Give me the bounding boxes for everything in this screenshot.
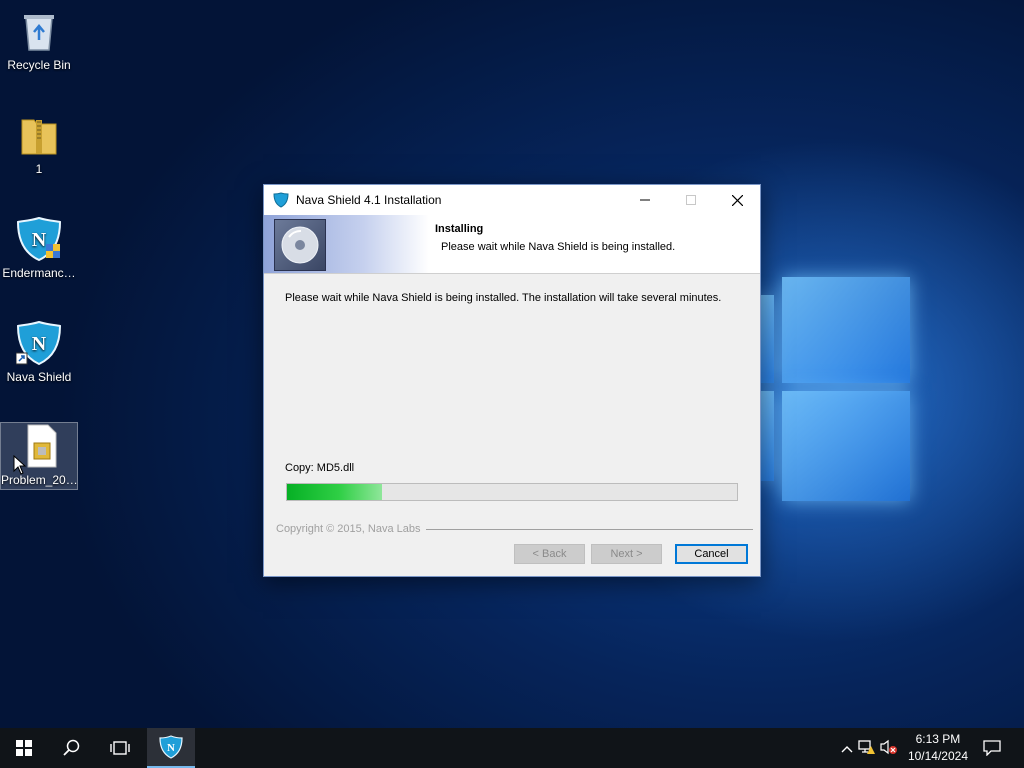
shield-icon (273, 192, 289, 208)
next-button[interactable]: Next > (591, 544, 662, 564)
task-view-button[interactable] (96, 728, 144, 768)
desktop-icon-endermanch[interactable]: N Endermanc… (1, 216, 77, 280)
copyright-text: Copyright © 2015, Nava Labs (276, 523, 421, 535)
cancel-button[interactable]: Cancel (675, 544, 748, 564)
desktop-icon-nava-shield[interactable]: N Nava Shield (1, 320, 77, 384)
svg-text:N: N (32, 333, 47, 355)
footer-divider (426, 529, 753, 530)
dialog-titlebar[interactable]: Nava Shield 4.1 Installation (264, 185, 760, 215)
maximize-button[interactable] (668, 185, 714, 215)
install-description: Please wait while Nava Shield is being i… (285, 292, 722, 304)
taskbar-clock[interactable]: 6:13 PM 10/14/2024 (908, 731, 968, 765)
volume-control[interactable] (878, 739, 900, 758)
close-button[interactable] (714, 185, 760, 215)
desktop-icon-zip-folder[interactable]: 1 (1, 112, 77, 176)
install-status-text: Copy: MD5.dll (285, 462, 355, 474)
maximize-icon (686, 195, 696, 205)
shield-icon: N (16, 216, 62, 262)
search-button[interactable] (48, 728, 96, 768)
desktop-icon-label: 1 (35, 162, 43, 176)
desktop-windows-logo (760, 265, 915, 515)
desktop-icon-label: Problem_20… (1, 473, 77, 487)
header-title: Installing (435, 223, 484, 235)
clock-date: 10/14/2024 (907, 749, 968, 763)
task-view-icon (110, 741, 130, 755)
desktop-icon-label: Nava Shield (6, 370, 72, 384)
network-status[interactable] (856, 739, 878, 758)
recycle-bin-icon (16, 8, 62, 54)
dialog-title: Nava Shield 4.1 Installation (296, 193, 442, 207)
shield-icon: N (15, 320, 62, 366)
progress-fill (287, 484, 382, 500)
notification-icon (983, 740, 1001, 756)
dialog-header: Installing Please wait while Nava Shield… (264, 215, 760, 274)
installer-dialog: Nava Shield 4.1 Installation Installing … (263, 184, 761, 577)
desktop-icon-label: Recycle Bin (7, 58, 71, 72)
system-tray (838, 728, 900, 768)
svg-text:N: N (32, 229, 47, 251)
header-subtitle: Please wait while Nava Shield is being i… (441, 241, 676, 253)
desktop-icon-recycle-bin[interactable]: Recycle Bin (1, 8, 77, 72)
back-button[interactable]: < Back (514, 544, 585, 564)
show-hidden-icons-button[interactable] (838, 741, 856, 756)
start-button[interactable] (0, 728, 48, 768)
windows-start-icon (16, 740, 32, 756)
taskbar: N 6:13 PM 10/14/2024 (0, 728, 1024, 768)
network-warning-icon (858, 739, 875, 754)
clock-time: 6:13 PM (915, 732, 961, 746)
disc-icon (274, 219, 326, 271)
desktop-icon-label: Endermanc… (2, 266, 76, 280)
svg-text:N: N (167, 742, 175, 754)
install-progress-bar (286, 483, 738, 501)
minimize-button[interactable] (622, 185, 668, 215)
shield-icon: N (159, 735, 183, 759)
volume-muted-icon (880, 739, 897, 754)
chevron-up-icon (841, 745, 853, 752)
taskbar-nava-shield[interactable]: N (147, 728, 195, 768)
minimize-icon (640, 199, 650, 201)
action-center-button[interactable] (970, 728, 1014, 768)
search-icon (63, 739, 80, 756)
close-icon (731, 194, 743, 206)
zip-folder-icon (16, 112, 62, 158)
